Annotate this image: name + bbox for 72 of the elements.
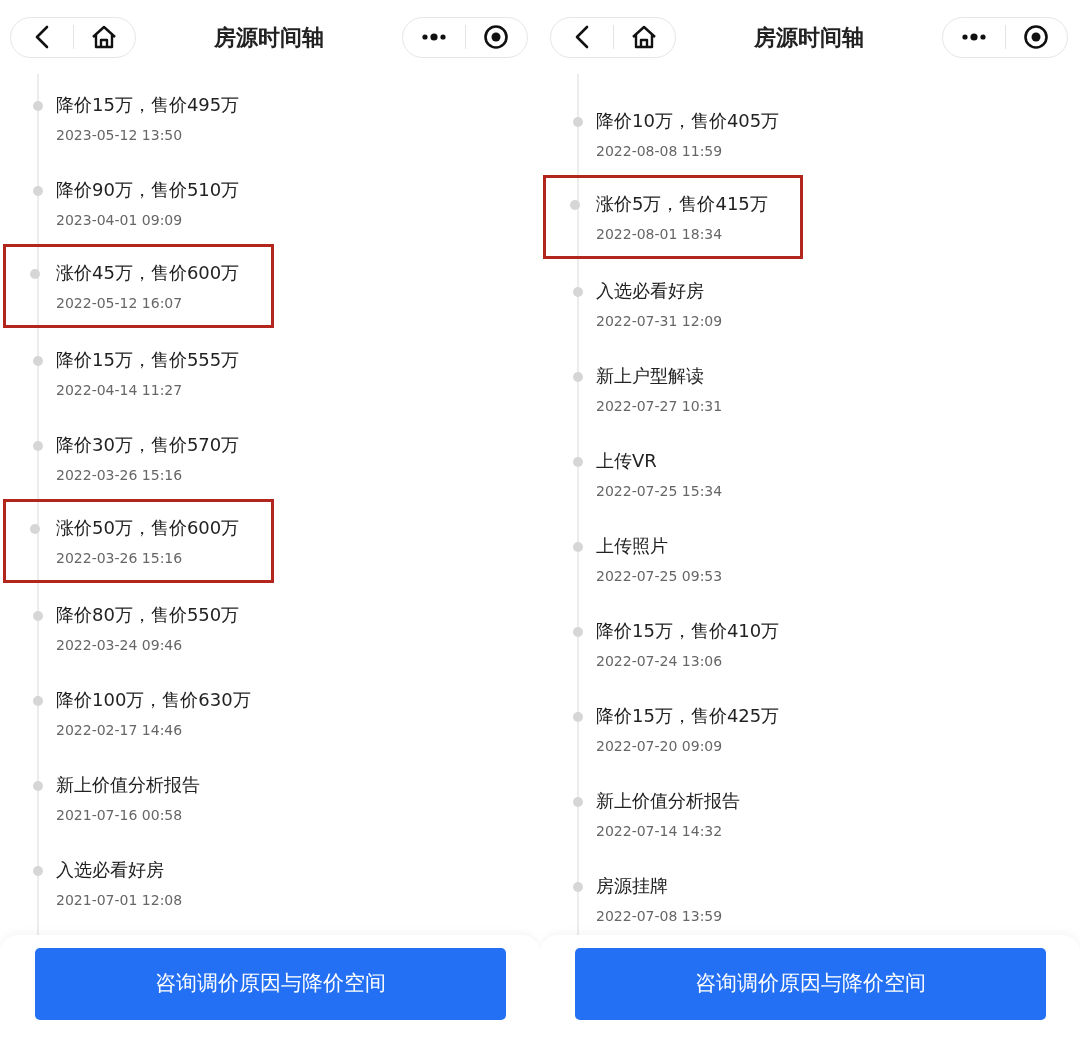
event-time: 2022-04-14 11:27: [56, 381, 184, 400]
event-time: 2021-07-16 00:58: [56, 806, 184, 825]
event-time: 2022-07-31 12:09: [596, 312, 723, 331]
timeline-dot: [573, 287, 583, 297]
target-icon: [1023, 24, 1050, 50]
event-time: 2022-07-27 10:31: [596, 397, 723, 416]
event-time: 2022-08-01 18:34: [596, 225, 724, 244]
page-title: 房源时间轴: [754, 23, 864, 52]
event-time: 2022-07-25 15:34: [596, 482, 723, 501]
timeline-dot: [573, 712, 583, 722]
event-title: 涨价45万，售价600万: [56, 261, 240, 285]
event-title: 涨价5万，售价415万: [596, 192, 768, 216]
event-title: 降价30万，售价570万: [56, 433, 240, 457]
timeline-dot: [573, 797, 583, 807]
more-icon: [960, 33, 987, 41]
target-icon: [483, 24, 510, 50]
event-title: 新上价值分析报告: [56, 773, 200, 797]
consult-button[interactable]: 咨询调价原因与降价空间: [34, 948, 506, 1020]
timeline-dot: [573, 627, 583, 637]
back-icon: [574, 25, 589, 49]
event-time: 2022-08-08 11:59: [596, 142, 724, 161]
event-title: 新上价值分析报告: [596, 789, 740, 813]
event-time: 2023-05-12 13:50: [56, 126, 184, 145]
event-time: 2022-07-14 14:32: [596, 822, 724, 841]
event-time: 2022-07-24 13:06: [596, 652, 724, 671]
event-title: 降价15万，售价555万: [56, 348, 240, 372]
event-title: 降价100万，售价630万: [56, 688, 251, 712]
timeline-dot: [573, 882, 583, 892]
event-time: 2022-07-08 13:59: [596, 907, 723, 926]
event-time: 2022-02-17 14:46: [56, 721, 184, 740]
timeline-dot: [573, 542, 583, 552]
event-time: 2021-07-01 12:08: [56, 891, 183, 910]
event-title: 降价15万，售价425万: [596, 704, 780, 728]
event-title: 降价80万，售价550万: [56, 603, 240, 627]
event-title: 降价10万，售价405万: [596, 109, 780, 133]
home-icon: [631, 25, 658, 49]
timeline-dot: [33, 611, 43, 621]
timeline-dot: [33, 101, 43, 111]
timeline-dot: [33, 441, 43, 451]
event-time: 2022-03-26 15:16: [56, 549, 184, 568]
event-time: 2022-07-25 09:53: [596, 567, 723, 586]
event-title: 降价15万，售价410万: [596, 619, 780, 643]
timeline-dot: [30, 269, 40, 279]
timeline-dot: [33, 696, 43, 706]
event-title: 入选必看好房: [56, 858, 165, 882]
event-title: 房源挂牌: [596, 874, 669, 898]
event-time: 2022-03-24 09:46: [56, 636, 184, 655]
event-title: 上传照片: [596, 534, 669, 558]
timeline-dot: [573, 117, 583, 127]
event-title: 降价15万，售价495万: [56, 93, 240, 117]
event-time: 2023-04-01 09:09: [56, 211, 184, 230]
event-time: 2022-03-26 15:16: [56, 466, 184, 485]
event-title: 涨价50万，售价600万: [56, 516, 240, 540]
timeline-dot: [33, 186, 43, 196]
more-icon: [420, 33, 447, 41]
timeline-dot: [573, 372, 583, 382]
timeline-dot: [573, 457, 583, 467]
timeline-dot: [33, 781, 43, 791]
home-icon: [91, 25, 118, 49]
event-title: 上传VR: [596, 449, 658, 473]
event-title: 入选必看好房: [596, 279, 705, 303]
event-time: 2022-07-20 09:09: [596, 737, 724, 756]
event-title: 降价90万，售价510万: [56, 178, 240, 202]
event-time: 2022-05-12 16:07: [56, 294, 184, 313]
consult-button[interactable]: 咨询调价原因与降价空间: [574, 948, 1046, 1020]
timeline-dot: [30, 524, 40, 534]
timeline-dot: [33, 356, 43, 366]
timeline-dot: [33, 866, 43, 876]
timeline-dot: [570, 200, 580, 210]
event-title: 新上户型解读: [596, 364, 705, 388]
page-title: 房源时间轴: [214, 23, 324, 52]
back-icon: [34, 25, 49, 49]
